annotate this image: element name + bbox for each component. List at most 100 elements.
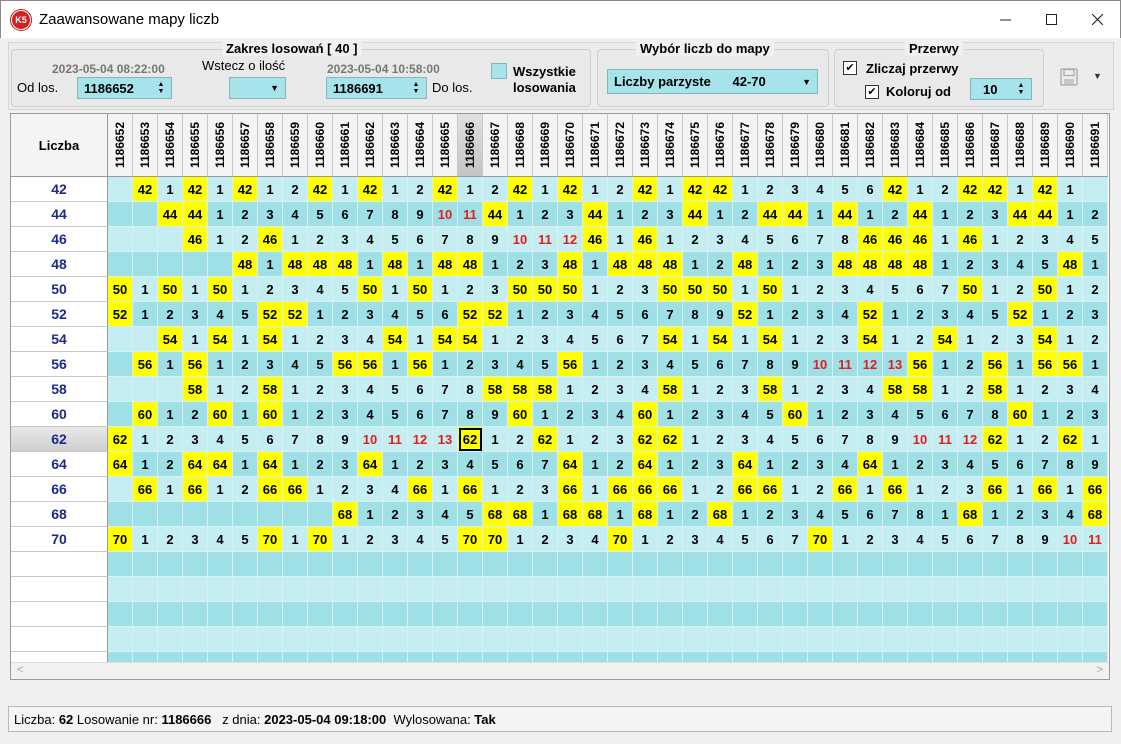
grid-cell[interactable]: 48	[733, 252, 758, 277]
grid-cell[interactable]: 4	[758, 427, 783, 452]
grid-cell[interactable]: 4	[308, 277, 333, 302]
grid-cell[interactable]: 3	[608, 427, 633, 452]
grid-cell[interactable]: 70	[308, 527, 333, 552]
grid-cell[interactable]: 7	[833, 427, 858, 452]
grid-cell[interactable]: 4	[1083, 377, 1108, 402]
grid-cell[interactable]	[208, 627, 233, 652]
grid-cell[interactable]	[733, 552, 758, 577]
color-from-spinner[interactable]: 10 ▲ ▼	[970, 78, 1032, 100]
grid-cell[interactable]	[308, 602, 333, 627]
grid-cell[interactable]: 42	[1033, 177, 1058, 202]
grid-cell[interactable]: 1	[358, 502, 383, 527]
grid-cell[interactable]: 64	[558, 452, 583, 477]
grid-cell[interactable]: 1	[958, 327, 983, 352]
grid-cell[interactable]: 70	[808, 527, 833, 552]
grid-cell[interactable]: 2	[533, 527, 558, 552]
grid-cell[interactable]: 1	[333, 177, 358, 202]
grid-cell[interactable]: 5	[233, 427, 258, 452]
grid-cell[interactable]	[233, 602, 258, 627]
grid-cell[interactable]: 1	[658, 227, 683, 252]
grid-cell[interactable]: 1	[833, 527, 858, 552]
grid-cell[interactable]	[858, 552, 883, 577]
column-header[interactable]: 1186672	[608, 114, 633, 177]
column-header[interactable]: 1186666	[458, 114, 483, 177]
grid-cell[interactable]: 2	[583, 427, 608, 452]
grid-cell[interactable]	[983, 552, 1008, 577]
grid-cell[interactable]: 2	[833, 402, 858, 427]
grid-cell[interactable]: 11	[833, 352, 858, 377]
grid-cell[interactable]: 9	[483, 227, 508, 252]
grid-cell[interactable]: 64	[858, 452, 883, 477]
grid-cell[interactable]: 54	[458, 327, 483, 352]
grid-cell[interactable]: 2	[683, 502, 708, 527]
grid-cell[interactable]	[633, 577, 658, 602]
grid-cell[interactable]: 1	[908, 477, 933, 502]
grid-cell[interactable]	[108, 177, 133, 202]
grid-cell[interactable]: 9	[783, 352, 808, 377]
column-header[interactable]: 1186690	[1058, 114, 1083, 177]
grid-cell[interactable]	[158, 377, 183, 402]
grid-cell[interactable]: 44	[833, 202, 858, 227]
grid-cell[interactable]: 1	[158, 352, 183, 377]
row-header[interactable]: 62	[11, 427, 108, 452]
grid-cell[interactable]: 2	[783, 452, 808, 477]
grid-cell[interactable]: 2	[158, 427, 183, 452]
grid-cell[interactable]: 1	[283, 402, 308, 427]
grid-cell[interactable]: 48	[883, 252, 908, 277]
column-header[interactable]: 1186667	[483, 114, 508, 177]
grid-cell[interactable]: 2	[708, 252, 733, 277]
grid-cell[interactable]	[258, 502, 283, 527]
grid-cell[interactable]: 6	[408, 402, 433, 427]
row-header[interactable]	[11, 602, 108, 627]
save-button[interactable]	[1060, 68, 1082, 88]
grid-cell[interactable]: 3	[633, 352, 658, 377]
grid-cell[interactable]: 1	[758, 452, 783, 477]
grid-cell[interactable]: 4	[808, 177, 833, 202]
grid-cell[interactable]: 50	[533, 277, 558, 302]
grid-cell[interactable]	[458, 602, 483, 627]
grid-cell[interactable]	[483, 602, 508, 627]
grid-cell[interactable]: 5	[533, 352, 558, 377]
grid-cell[interactable]	[908, 602, 933, 627]
column-header[interactable]: 1186655	[183, 114, 208, 177]
grid-cell[interactable]	[158, 252, 183, 277]
grid-cell[interactable]: 4	[583, 302, 608, 327]
grid-cell[interactable]: 6	[333, 202, 358, 227]
grid-cell[interactable]: 1	[208, 177, 233, 202]
grid-cell[interactable]	[458, 552, 483, 577]
grid-cell[interactable]: 3	[333, 452, 358, 477]
grid-cell[interactable]	[783, 602, 808, 627]
grid-cell[interactable]	[833, 602, 858, 627]
from-draw-spinner[interactable]: 1186652 ▲ ▼	[77, 77, 172, 99]
column-header[interactable]: 1186678	[758, 114, 783, 177]
grid-cell[interactable]: 1	[683, 252, 708, 277]
grid-cell[interactable]	[458, 627, 483, 652]
grid-cell[interactable]: 2	[233, 227, 258, 252]
grid-cell[interactable]: 1	[283, 452, 308, 477]
grid-cell[interactable]: 3	[833, 277, 858, 302]
grid-cell[interactable]: 2	[683, 227, 708, 252]
grid-cell[interactable]: 5	[308, 352, 333, 377]
grid-cell[interactable]: 3	[658, 202, 683, 227]
grid-cell[interactable]	[383, 602, 408, 627]
grid-cell[interactable]: 42	[308, 177, 333, 202]
grid-cell[interactable]: 4	[283, 352, 308, 377]
grid-cell[interactable]: 42	[633, 177, 658, 202]
grid-cell[interactable]: 1	[258, 252, 283, 277]
grid-cell[interactable]: 3	[358, 302, 383, 327]
color-from-checkbox[interactable]: ✔	[865, 85, 879, 99]
grid-cell[interactable]: 48	[608, 252, 633, 277]
grid-cell[interactable]: 52	[733, 302, 758, 327]
row-header[interactable]: 56	[11, 352, 108, 377]
grid-cell[interactable]: 3	[358, 477, 383, 502]
grid-cell[interactable]: 1	[233, 402, 258, 427]
grid-cell[interactable]: 9	[1083, 452, 1108, 477]
grid-cell[interactable]	[508, 552, 533, 577]
grid-cell[interactable]: 6	[783, 227, 808, 252]
grid-cell[interactable]: 11	[458, 202, 483, 227]
grid-cell[interactable]: 2	[333, 302, 358, 327]
grid-cell[interactable]	[508, 627, 533, 652]
grid-cell[interactable]: 10	[358, 427, 383, 452]
grid-cell[interactable]: 6	[858, 502, 883, 527]
grid-cell[interactable]	[558, 552, 583, 577]
